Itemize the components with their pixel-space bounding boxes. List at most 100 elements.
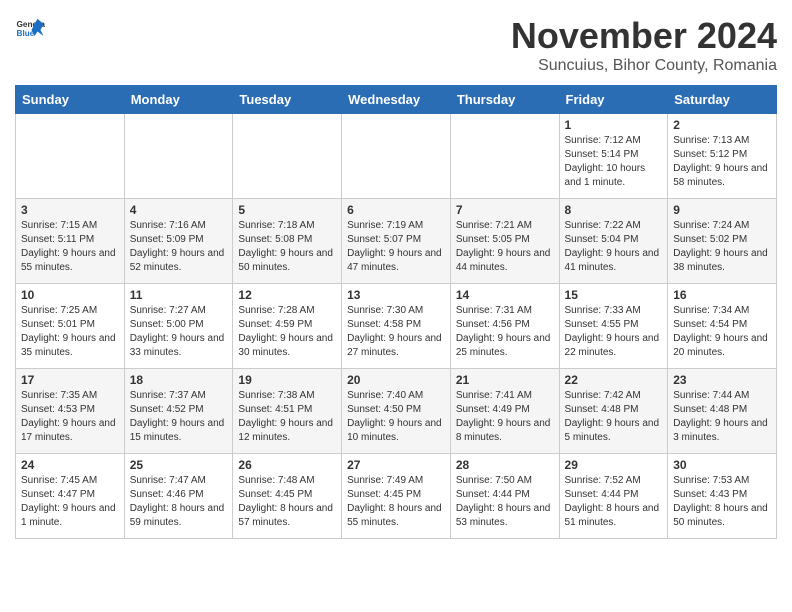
day-info: Sunrise: 7:42 AM Sunset: 4:48 PM Dayligh…	[565, 389, 663, 445]
day-info: Sunrise: 7:47 AM Sunset: 4:46 PM Dayligh…	[130, 474, 228, 530]
day-info: Sunrise: 7:12 AM Sunset: 5:14 PM Dayligh…	[565, 134, 663, 190]
calendar-day-cell: 23 Sunrise: 7:44 AM Sunset: 4:48 PM Dayli…	[668, 369, 777, 454]
calendar-day-cell: 30 Sunrise: 7:53 AM Sunset: 4:43 PM Dayli…	[668, 454, 777, 539]
weekday-header-cell: Friday	[559, 86, 668, 114]
day-number: 14	[456, 288, 554, 302]
calendar-day-cell: 15 Sunrise: 7:33 AM Sunset: 4:55 PM Dayli…	[559, 284, 668, 369]
day-info: Sunrise: 7:27 AM Sunset: 5:00 PM Dayligh…	[130, 304, 228, 360]
day-number: 24	[21, 458, 119, 472]
weekday-header-row: SundayMondayTuesdayWednesdayThursdayFrid…	[16, 86, 777, 114]
day-number: 4	[130, 203, 228, 217]
day-number: 11	[130, 288, 228, 302]
calendar-day-cell: 10Sunrise: 7:25 AM Sunset: 5:01 PM Dayli…	[16, 284, 125, 369]
month-title: November 2024	[511, 15, 777, 57]
day-info: Sunrise: 7:44 AM Sunset: 4:48 PM Dayligh…	[673, 389, 771, 445]
weekday-header-cell: Tuesday	[233, 86, 342, 114]
day-number: 16	[673, 288, 771, 302]
calendar-day-cell: 28 Sunrise: 7:50 AM Sunset: 4:44 PM Dayli…	[450, 454, 559, 539]
day-info: Sunrise: 7:30 AM Sunset: 4:58 PM Dayligh…	[347, 304, 445, 360]
calendar-day-cell	[124, 114, 233, 199]
calendar-week-row: 3 Sunrise: 7:15 AM Sunset: 5:11 PM Daylig…	[16, 199, 777, 284]
day-number: 6	[347, 203, 445, 217]
calendar-day-cell	[16, 114, 125, 199]
calendar-day-cell: 24 Sunrise: 7:45 AM Sunset: 4:47 PM Dayli…	[16, 454, 125, 539]
day-number: 3	[21, 203, 119, 217]
day-info: Sunrise: 7:49 AM Sunset: 4:45 PM Dayligh…	[347, 474, 445, 530]
calendar-day-cell	[342, 114, 451, 199]
calendar-day-cell	[450, 114, 559, 199]
day-number: 28	[456, 458, 554, 472]
location-subtitle: Suncuius, Bihor County, Romania	[511, 57, 777, 75]
day-number: 9	[673, 203, 771, 217]
day-number: 7	[456, 203, 554, 217]
calendar-day-cell: 7 Sunrise: 7:21 AM Sunset: 5:05 PM Daylig…	[450, 199, 559, 284]
day-info: Sunrise: 7:34 AM Sunset: 4:54 PM Dayligh…	[673, 304, 771, 360]
day-info: Sunrise: 7:15 AM Sunset: 5:11 PM Dayligh…	[21, 219, 119, 275]
calendar-day-cell: 21Sunrise: 7:41 AM Sunset: 4:49 PM Dayli…	[450, 369, 559, 454]
calendar-day-cell: 1 Sunrise: 7:12 AM Sunset: 5:14 PM Daylig…	[559, 114, 668, 199]
day-number: 27	[347, 458, 445, 472]
calendar-day-cell: 19 Sunrise: 7:38 AM Sunset: 4:51 PM Dayli…	[233, 369, 342, 454]
day-number: 29	[565, 458, 663, 472]
calendar-day-cell: 17Sunrise: 7:35 AM Sunset: 4:53 PM Dayli…	[16, 369, 125, 454]
day-info: Sunrise: 7:13 AM Sunset: 5:12 PM Dayligh…	[673, 134, 771, 190]
calendar-day-cell	[233, 114, 342, 199]
calendar-day-cell: 16 Sunrise: 7:34 AM Sunset: 4:54 PM Dayli…	[668, 284, 777, 369]
calendar-week-row: 17Sunrise: 7:35 AM Sunset: 4:53 PM Dayli…	[16, 369, 777, 454]
day-number: 19	[238, 373, 336, 387]
day-info: Sunrise: 7:38 AM Sunset: 4:51 PM Dayligh…	[238, 389, 336, 445]
day-info: Sunrise: 7:25 AM Sunset: 5:01 PM Dayligh…	[21, 304, 119, 360]
day-info: Sunrise: 7:21 AM Sunset: 5:05 PM Dayligh…	[456, 219, 554, 275]
logo: General Blue	[15, 15, 45, 45]
day-number: 26	[238, 458, 336, 472]
day-info: Sunrise: 7:37 AM Sunset: 4:52 PM Dayligh…	[130, 389, 228, 445]
day-info: Sunrise: 7:40 AM Sunset: 4:50 PM Dayligh…	[347, 389, 445, 445]
day-number: 23	[673, 373, 771, 387]
calendar-table: SundayMondayTuesdayWednesdayThursdayFrid…	[15, 85, 777, 539]
calendar-day-cell: 18 Sunrise: 7:37 AM Sunset: 4:52 PM Dayli…	[124, 369, 233, 454]
weekday-header-cell: Thursday	[450, 86, 559, 114]
calendar-week-row: 24 Sunrise: 7:45 AM Sunset: 4:47 PM Dayli…	[16, 454, 777, 539]
day-info: Sunrise: 7:16 AM Sunset: 5:09 PM Dayligh…	[130, 219, 228, 275]
calendar-day-cell: 3 Sunrise: 7:15 AM Sunset: 5:11 PM Daylig…	[16, 199, 125, 284]
day-info: Sunrise: 7:19 AM Sunset: 5:07 PM Dayligh…	[347, 219, 445, 275]
calendar-day-cell: 29 Sunrise: 7:52 AM Sunset: 4:44 PM Dayli…	[559, 454, 668, 539]
day-info: Sunrise: 7:33 AM Sunset: 4:55 PM Dayligh…	[565, 304, 663, 360]
calendar-day-cell: 22 Sunrise: 7:42 AM Sunset: 4:48 PM Dayli…	[559, 369, 668, 454]
calendar-day-cell: 27 Sunrise: 7:49 AM Sunset: 4:45 PM Dayli…	[342, 454, 451, 539]
day-info: Sunrise: 7:24 AM Sunset: 5:02 PM Dayligh…	[673, 219, 771, 275]
calendar-day-cell: 20 Sunrise: 7:40 AM Sunset: 4:50 PM Dayli…	[342, 369, 451, 454]
day-number: 18	[130, 373, 228, 387]
day-info: Sunrise: 7:50 AM Sunset: 4:44 PM Dayligh…	[456, 474, 554, 530]
calendar-day-cell: 25Sunrise: 7:47 AM Sunset: 4:46 PM Dayli…	[124, 454, 233, 539]
calendar-day-cell: 8Sunrise: 7:22 AM Sunset: 5:04 PM Daylig…	[559, 199, 668, 284]
day-number: 30	[673, 458, 771, 472]
day-number: 12	[238, 288, 336, 302]
day-info: Sunrise: 7:28 AM Sunset: 4:59 PM Dayligh…	[238, 304, 336, 360]
calendar-body: 1 Sunrise: 7:12 AM Sunset: 5:14 PM Daylig…	[16, 114, 777, 539]
day-number: 1	[565, 118, 663, 132]
day-number: 20	[347, 373, 445, 387]
calendar-day-cell: 14 Sunrise: 7:31 AM Sunset: 4:56 PM Dayli…	[450, 284, 559, 369]
day-info: Sunrise: 7:52 AM Sunset: 4:44 PM Dayligh…	[565, 474, 663, 530]
calendar-day-cell: 26Sunrise: 7:48 AM Sunset: 4:45 PM Dayli…	[233, 454, 342, 539]
page-header: General Blue November 2024 Suncuius, Bih…	[15, 15, 777, 75]
calendar-day-cell: 9 Sunrise: 7:24 AM Sunset: 5:02 PM Daylig…	[668, 199, 777, 284]
day-number: 21	[456, 373, 554, 387]
day-number: 15	[565, 288, 663, 302]
day-info: Sunrise: 7:35 AM Sunset: 4:53 PM Dayligh…	[21, 389, 119, 445]
day-info: Sunrise: 7:18 AM Sunset: 5:08 PM Dayligh…	[238, 219, 336, 275]
day-number: 22	[565, 373, 663, 387]
calendar-day-cell: 12 Sunrise: 7:28 AM Sunset: 4:59 PM Dayli…	[233, 284, 342, 369]
day-info: Sunrise: 7:53 AM Sunset: 4:43 PM Dayligh…	[673, 474, 771, 530]
weekday-header-cell: Wednesday	[342, 86, 451, 114]
calendar-day-cell: 13 Sunrise: 7:30 AM Sunset: 4:58 PM Dayli…	[342, 284, 451, 369]
calendar-day-cell: 5Sunrise: 7:18 AM Sunset: 5:08 PM Daylig…	[233, 199, 342, 284]
day-info: Sunrise: 7:31 AM Sunset: 4:56 PM Dayligh…	[456, 304, 554, 360]
logo-icon: General Blue	[15, 15, 45, 45]
day-number: 8	[565, 203, 663, 217]
calendar-day-cell: 4 Sunrise: 7:16 AM Sunset: 5:09 PM Daylig…	[124, 199, 233, 284]
day-info: Sunrise: 7:45 AM Sunset: 4:47 PM Dayligh…	[21, 474, 119, 530]
calendar-day-cell: 2Sunrise: 7:13 AM Sunset: 5:12 PM Daylig…	[668, 114, 777, 199]
day-number: 13	[347, 288, 445, 302]
